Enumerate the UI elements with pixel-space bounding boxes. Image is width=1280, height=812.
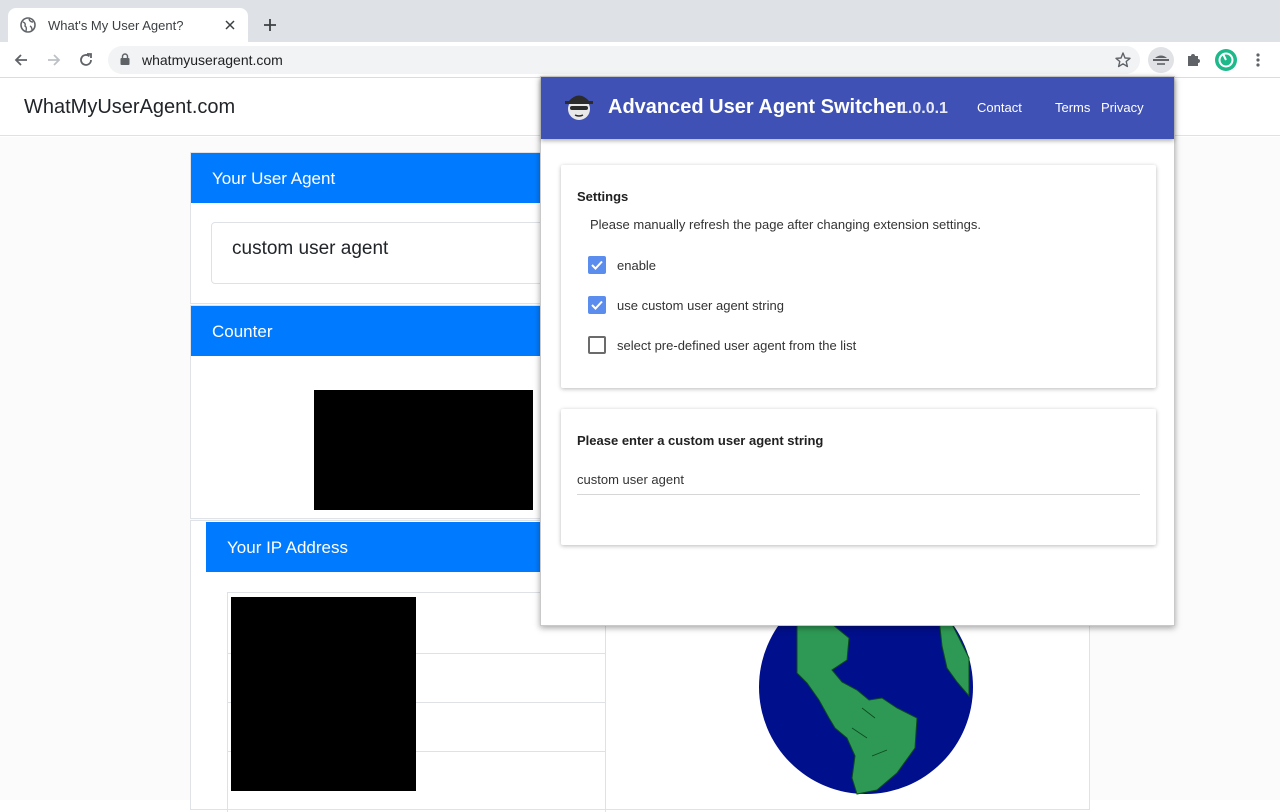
profile-avatar[interactable] bbox=[1213, 47, 1239, 73]
lock-icon bbox=[120, 53, 132, 67]
user-agent-switcher-extension-icon[interactable] bbox=[1148, 47, 1174, 73]
extension-popup: Advanced User Agent Switcher 1.0.0.1 Con… bbox=[540, 76, 1175, 626]
privacy-link[interactable]: Privacy bbox=[1101, 100, 1144, 115]
browser-tab[interactable]: What's My User Agent? bbox=[8, 8, 248, 42]
settings-card: Settings Please manually refresh the pag… bbox=[561, 165, 1156, 388]
predefined-ua-option[interactable]: select pre-defined user agent from the l… bbox=[588, 336, 856, 354]
custom-ua-input[interactable] bbox=[577, 471, 1140, 495]
popup-title: Advanced User Agent Switcher bbox=[608, 96, 905, 118]
contact-link[interactable]: Contact bbox=[977, 100, 1022, 115]
browser-toolbar: whatmyuseragent.com bbox=[0, 42, 1280, 78]
tab-strip: What's My User Agent? bbox=[0, 0, 1280, 42]
terms-link[interactable]: Terms bbox=[1055, 100, 1090, 115]
enable-checkbox[interactable] bbox=[588, 256, 606, 274]
popup-version: 1.0.0.1 bbox=[899, 100, 948, 117]
close-icon[interactable] bbox=[222, 17, 238, 33]
custom-ua-label: use custom user agent string bbox=[617, 297, 784, 313]
back-button[interactable] bbox=[9, 48, 33, 72]
user-agent-value: custom user agent bbox=[211, 222, 571, 284]
url-text: whatmyuseragent.com bbox=[142, 52, 283, 68]
custom-ua-card: Please enter a custom user agent string bbox=[561, 409, 1156, 545]
puzzle-extensions-icon[interactable] bbox=[1180, 47, 1206, 73]
custom-ua-card-title: Please enter a custom user agent string bbox=[577, 433, 824, 448]
enable-label: enable bbox=[617, 257, 657, 273]
forward-button[interactable] bbox=[42, 48, 66, 72]
ip-table-border bbox=[227, 592, 228, 812]
bookmark-star-icon[interactable] bbox=[1114, 51, 1132, 69]
predefined-ua-label: select pre-defined user agent from the l… bbox=[617, 337, 857, 353]
predefined-ua-checkbox[interactable] bbox=[588, 336, 606, 354]
enable-option[interactable]: enable bbox=[588, 256, 656, 274]
address-bar[interactable]: whatmyuseragent.com bbox=[108, 46, 1140, 74]
globe-icon bbox=[20, 17, 36, 33]
popup-header: Advanced User Agent Switcher 1.0.0.1 Con… bbox=[541, 77, 1174, 139]
reload-button[interactable] bbox=[74, 48, 98, 72]
new-tab-button[interactable] bbox=[258, 13, 282, 37]
custom-ua-checkbox[interactable] bbox=[588, 296, 606, 314]
redacted-ip-address bbox=[231, 597, 416, 791]
site-brand[interactable]: WhatMyUserAgent.com bbox=[24, 96, 235, 119]
masked-agent-logo-icon bbox=[565, 95, 593, 120]
tab-title: What's My User Agent? bbox=[48, 17, 184, 33]
redacted-counter bbox=[314, 390, 533, 510]
settings-note: Please manually refresh the page after c… bbox=[590, 217, 981, 232]
settings-title: Settings bbox=[577, 189, 629, 204]
menu-kebab-icon[interactable] bbox=[1245, 47, 1271, 73]
custom-ua-option[interactable]: use custom user agent string bbox=[588, 296, 784, 314]
